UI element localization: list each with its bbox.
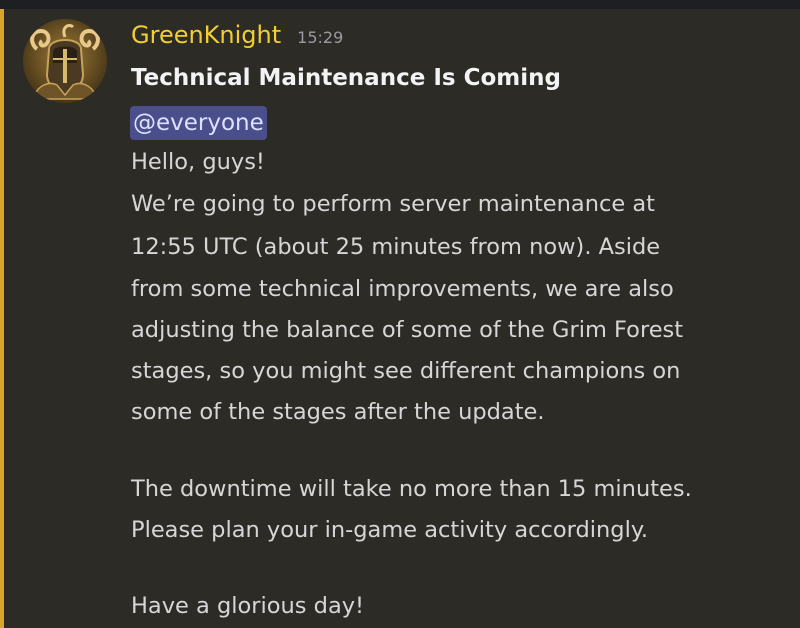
message-line: adjusting the balance of some of the Gri… [131, 317, 684, 343]
chat-message[interactable]: GreenKnight 15:29 Technical Maintenance … [0, 9, 800, 628]
message-line: from some technical improvements, we are… [131, 276, 674, 302]
knight-helmet-icon [30, 23, 100, 100]
author-username[interactable]: GreenKnight [131, 21, 281, 49]
message-line: The downtime will take no more than 15 m… [131, 476, 692, 502]
everyone-mention[interactable]: @everyone [130, 106, 267, 140]
message-line: Have a glorious day! [131, 593, 365, 619]
message-line: Hello, guys! [131, 149, 265, 175]
message-line: stages, so you might see different champ… [131, 358, 681, 384]
message-line: some of the stages after the update. [131, 399, 545, 425]
top-bar [0, 0, 800, 9]
message-line: We’re going to perform server maintenanc… [131, 191, 655, 217]
avatar[interactable] [23, 19, 107, 103]
message-header: GreenKnight 15:29 [131, 21, 343, 51]
message-line: Please plan your in-game activity accord… [131, 517, 649, 543]
mention-highlight-stripe [0, 9, 4, 628]
message-title: Technical Maintenance Is Coming [131, 65, 561, 91]
message-line: 12:55 UTC (about 25 minutes from now). A… [131, 234, 661, 260]
message-timestamp[interactable]: 15:29 [297, 28, 343, 47]
